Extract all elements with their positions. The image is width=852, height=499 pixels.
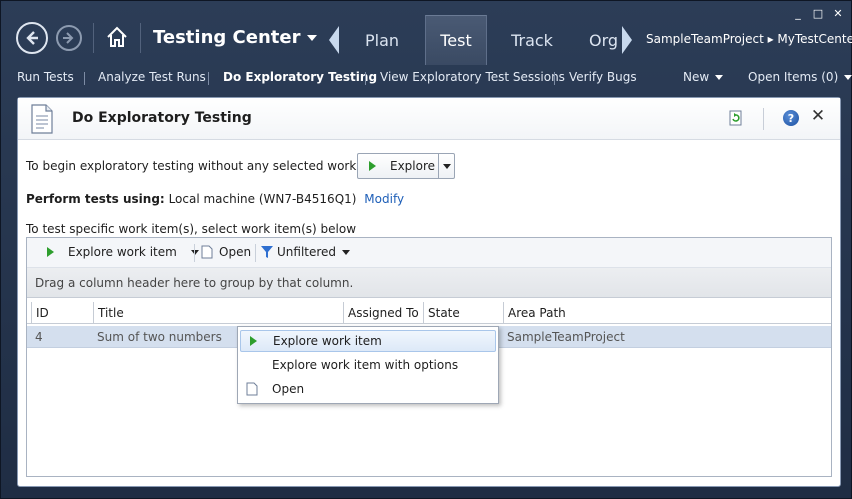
cell-id: 4	[35, 330, 43, 344]
begin-instructions: To begin exploratory testing without any…	[26, 159, 398, 173]
panel-header: Do Exploratory Testing ? ✕	[18, 98, 840, 140]
specific-items-instructions: To test specific work item(s), select wo…	[26, 222, 357, 236]
open-items-label: Open Items (0)	[748, 70, 839, 84]
open-icon	[201, 245, 213, 259]
grid-toolbar: Explore work item Open Unfiltered	[27, 238, 831, 268]
chevron-down-icon	[844, 75, 852, 80]
menu-do-exploratory-testing[interactable]: Do Exploratory Testing	[223, 70, 377, 84]
explore-split-button: Explore	[357, 153, 455, 179]
perform-tests-label: Perform tests using:	[26, 192, 165, 206]
title-bar: _ □ ✕ Testing Center Plan Test Track Org	[1, 1, 852, 65]
menu-separator	[554, 72, 555, 85]
refresh-icon	[729, 110, 742, 126]
tab-plan[interactable]: Plan	[351, 15, 413, 65]
open-icon	[246, 382, 258, 396]
open-icon-wrap	[240, 382, 264, 396]
open-label: Open	[219, 245, 252, 259]
chevron-down-icon	[342, 249, 351, 255]
home-icon	[107, 26, 127, 47]
project-breadcrumb[interactable]: SampleTeamProject ▸ MyTestCenter	[646, 32, 852, 46]
arrow-left-icon	[26, 31, 38, 45]
new-menu-label: New	[683, 70, 710, 84]
context-open-label: Open	[272, 382, 305, 396]
center-switcher-caret[interactable]	[307, 35, 317, 41]
exploratory-testing-panel: Do Exploratory Testing ? ✕ To begin expl…	[17, 97, 841, 487]
open-items-menu[interactable]: Open Items (0)	[748, 70, 852, 84]
column-header-row: ID Title Assigned To State Area Path	[27, 302, 831, 324]
filter-button[interactable]: Unfiltered	[261, 245, 351, 259]
chevron-down-icon	[442, 163, 451, 169]
document-icon	[30, 104, 54, 134]
page-title: Do Exploratory Testing	[72, 110, 252, 126]
new-menu[interactable]: New	[683, 70, 724, 84]
help-icon[interactable]: ?	[783, 110, 799, 126]
cell-title: Sum of two numbers	[97, 330, 222, 344]
explore-work-item-label: Explore work item	[68, 245, 177, 259]
column-header-area-path[interactable]: Area Path	[503, 302, 829, 324]
explore-button[interactable]: Explore	[358, 154, 438, 178]
chevron-left-icon[interactable]	[329, 26, 339, 54]
close-icon[interactable]: ✕	[809, 106, 827, 126]
home-button[interactable]	[105, 25, 129, 49]
forward-button[interactable]	[56, 25, 82, 51]
refresh-button[interactable]	[728, 110, 744, 126]
menu-verify-bugs[interactable]: Verify Bugs	[569, 70, 637, 84]
explore-button-label: Explore	[390, 159, 436, 173]
cell-area-path: SampleTeamProject	[507, 330, 625, 344]
column-header-title[interactable]: Title	[93, 302, 343, 324]
play-icon	[47, 247, 54, 257]
minimize-button[interactable]: _	[791, 6, 805, 20]
menu-analyze-test-runs[interactable]: Analyze Test Runs	[98, 70, 206, 84]
app-window: _ □ ✕ Testing Center Plan Test Track Org	[0, 0, 852, 499]
tab-track[interactable]: Track	[501, 15, 563, 65]
context-explore-with-options-label: Explore work item with options	[272, 358, 459, 372]
context-menu: Explore work item Explore work item with…	[237, 326, 499, 404]
arrow-right-icon	[63, 32, 74, 44]
column-header-assigned-to[interactable]: Assigned To	[343, 302, 423, 324]
play-icon	[369, 161, 376, 171]
context-explore-work-item[interactable]: Explore work item	[240, 330, 496, 352]
context-explore-with-options[interactable]: Explore work item with options	[240, 354, 496, 376]
context-explore-work-item-label: Explore work item	[273, 334, 382, 348]
tab-test[interactable]: Test	[425, 15, 487, 65]
explore-dropdown-button[interactable]	[438, 154, 454, 178]
modify-link[interactable]: Modify	[364, 192, 404, 206]
play-icon	[249, 336, 257, 346]
filter-icon	[261, 246, 273, 258]
play-icon-wrap	[241, 336, 265, 346]
maximize-button[interactable]: □	[811, 6, 825, 20]
open-button[interactable]: Open	[201, 245, 251, 259]
app-title: Testing Center	[153, 27, 301, 48]
nav-separator	[93, 23, 94, 53]
close-window-button[interactable]: ✕	[831, 6, 845, 20]
toolbar-separator	[194, 244, 195, 262]
explore-work-item-button[interactable]: Explore work item	[47, 245, 199, 259]
tab-organize[interactable]: Org	[581, 15, 625, 65]
perform-tests-value: Local machine (WN7-B4516Q1)	[168, 192, 357, 206]
nav-separator	[140, 23, 141, 53]
group-by-bar[interactable]: Drag a column header here to group by th…	[27, 268, 831, 298]
activity-menu: Run Tests Analyze Test Runs Do Explorato…	[1, 65, 852, 91]
menu-run-tests[interactable]: Run Tests	[17, 70, 74, 84]
column-header-state[interactable]: State	[423, 302, 503, 324]
back-button[interactable]	[16, 22, 48, 54]
menu-separator	[84, 72, 85, 85]
context-open[interactable]: Open	[240, 378, 496, 400]
menu-view-exploratory-sessions[interactable]: View Exploratory Test Sessions	[380, 70, 565, 84]
chevron-down-icon	[715, 75, 724, 80]
menu-separator	[208, 72, 209, 85]
perform-tests-line: Perform tests using: Local machine (WN7-…	[26, 192, 404, 206]
column-header-id[interactable]: ID	[31, 302, 93, 324]
header-separator	[763, 108, 764, 130]
menu-separator	[365, 72, 366, 85]
filter-label: Unfiltered	[277, 245, 337, 259]
toolbar-separator	[255, 244, 256, 262]
chevron-right-icon[interactable]	[622, 26, 632, 54]
